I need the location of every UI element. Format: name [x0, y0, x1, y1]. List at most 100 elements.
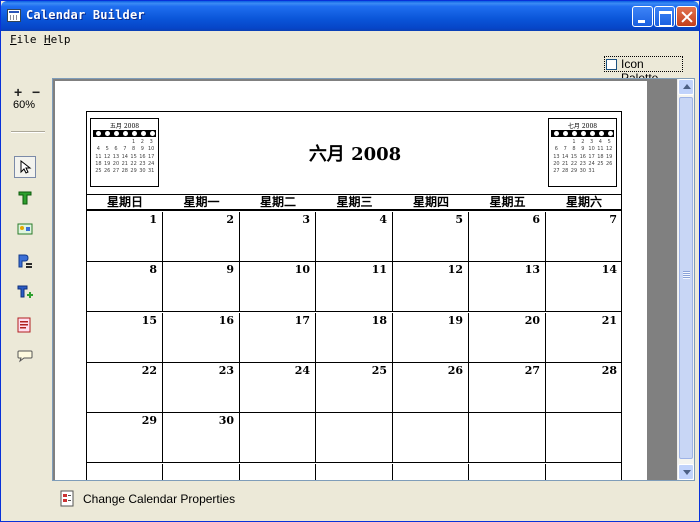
day-cell[interactable]: 3: [240, 212, 316, 262]
day-cell[interactable]: 8: [87, 262, 163, 312]
day-cell[interactable]: 14: [546, 262, 622, 312]
day-cell[interactable]: 19: [393, 313, 469, 363]
change-calendar-properties-link[interactable]: Change Calendar Properties: [83, 492, 235, 506]
icon-palette-checkbox[interactable]: Icon Palette: [604, 56, 683, 85]
image-tool-button[interactable]: [14, 219, 36, 241]
day-cell[interactable]: 25: [316, 363, 393, 413]
day-cell[interactable]: 30: [163, 413, 240, 463]
add-text-tool-button[interactable]: [14, 282, 36, 304]
comment-tool-button[interactable]: [14, 346, 36, 368]
day-number: 15: [141, 314, 157, 327]
mini-day: 1: [572, 139, 576, 145]
mini-weekday-bar: [93, 130, 156, 137]
day-cell[interactable]: 28: [546, 363, 622, 413]
menu-file[interactable]: File: [10, 33, 37, 46]
day-cell[interactable]: 23: [163, 363, 240, 413]
calendar-frame[interactable]: 五月 2008 1 2 34 5 6 7 8 9 1011 12 13 14 15 16 1718 19 20 2…: [86, 111, 623, 480]
calendar-title[interactable]: 六月 2008: [87, 140, 623, 166]
day-cell[interactable]: 13: [469, 262, 546, 312]
weekday-header: 星期三: [336, 195, 373, 209]
scroll-up-icon[interactable]: [678, 79, 694, 95]
day-cell[interactable]: [163, 464, 240, 480]
mini-day: 15: [570, 153, 578, 160]
calendar-page[interactable]: 五月 2008 1 2 34 5 6 7 8 9 1011 12 13 14 15 16 1718 19 20 2…: [55, 81, 647, 480]
data-field-icon: [18, 254, 32, 268]
mini-day: 5: [607, 139, 611, 145]
day-cell[interactable]: 10: [240, 262, 316, 312]
menu-help[interactable]: Help: [44, 33, 71, 46]
title-bar[interactable]: Calendar Builder: [1, 1, 699, 31]
day-cell[interactable]: [469, 413, 546, 463]
menu-file-label: ile: [16, 33, 37, 46]
day-cell[interactable]: 9: [163, 262, 240, 312]
day-number: 13: [524, 263, 540, 276]
field-tool-button[interactable]: [14, 250, 36, 272]
day-cell[interactable]: 1: [87, 212, 163, 262]
text-tool-button[interactable]: [14, 187, 36, 209]
mini-day: 16: [579, 153, 586, 160]
day-cell[interactable]: 24: [240, 363, 316, 413]
mini-day: 26: [605, 160, 613, 167]
close-button[interactable]: [676, 6, 697, 27]
menu-help-mnemonic: H: [44, 33, 51, 46]
day-cell[interactable]: 22: [87, 363, 163, 413]
prev-mini-title: 五月 2008: [109, 123, 140, 130]
zoom-out-icon[interactable]: −: [32, 84, 40, 100]
select-tool-button[interactable]: [14, 156, 36, 178]
add-text-icon: [17, 285, 33, 298]
mini-day: 22: [570, 160, 578, 167]
calendar-app-icon[interactable]: [7, 9, 21, 22]
day-cell[interactable]: 7: [546, 212, 622, 262]
day-cell[interactable]: 5: [393, 212, 469, 262]
mini-day: 18: [597, 153, 604, 160]
day-cell[interactable]: 6: [469, 212, 546, 262]
day-cell[interactable]: [546, 413, 622, 463]
day-cell[interactable]: 27: [469, 363, 546, 413]
day-cell[interactable]: [393, 464, 469, 480]
minimize-button[interactable]: [632, 6, 653, 27]
day-number: 30: [218, 414, 234, 427]
day-number: 4: [379, 213, 387, 226]
day-cell[interactable]: [393, 413, 469, 463]
day-cell[interactable]: 18: [316, 313, 393, 363]
checkbox-icon[interactable]: [606, 59, 617, 70]
day-cell[interactable]: 26: [393, 363, 469, 413]
weekday-header: 星期五: [489, 195, 526, 209]
vertical-scrollbar[interactable]: [677, 79, 694, 480]
mini-day: 30: [579, 168, 586, 175]
day-cell[interactable]: 21: [546, 313, 622, 363]
scroll-thumb[interactable]: [679, 97, 693, 459]
mini-day: 14: [562, 153, 569, 160]
scroll-down-icon[interactable]: [678, 464, 694, 480]
app-window: Calendar Builder File Help Icon Palette …: [0, 0, 700, 522]
day-cell[interactable]: [316, 413, 393, 463]
day-cell[interactable]: 11: [316, 262, 393, 312]
day-cell[interactable]: 2: [163, 212, 240, 262]
zoom-in-icon[interactable]: +: [14, 84, 22, 100]
day-cell[interactable]: [469, 464, 546, 480]
next-month-mini-calendar[interactable]: 七月 2008 1 2 3 4 56 7 8 9 10 11 1213 14 15 16 17 18 1920 2…: [548, 118, 617, 187]
day-cell[interactable]: [240, 464, 316, 480]
day-number: 14: [601, 263, 617, 276]
calendar-properties-icon[interactable]: [60, 490, 76, 508]
note-tool-button[interactable]: [14, 314, 36, 336]
canvas-area[interactable]: 五月 2008 1 2 34 5 6 7 8 9 1011 12 13 14 15 16 1718 19 20 2…: [52, 78, 695, 481]
maximize-button[interactable]: [654, 6, 675, 27]
day-cell[interactable]: 4: [316, 212, 393, 262]
day-cell[interactable]: [316, 464, 393, 480]
day-cell[interactable]: 20: [469, 313, 546, 363]
mini-weekday-bar: [551, 130, 614, 137]
day-cell[interactable]: [87, 464, 163, 480]
day-cell[interactable]: [546, 464, 622, 480]
weekday-header-row: 星期日 星期一 星期二 星期三 星期四 星期五 星期六: [87, 194, 621, 211]
day-cell[interactable]: 17: [240, 313, 316, 363]
day-cell[interactable]: [240, 413, 316, 463]
day-cell[interactable]: 16: [163, 313, 240, 363]
day-cell[interactable]: 29: [87, 413, 163, 463]
mini-day: 7: [563, 146, 567, 153]
day-cell[interactable]: 12: [393, 262, 469, 312]
mini-day: 12: [605, 146, 613, 153]
day-number: 2: [226, 213, 234, 226]
day-cell[interactable]: 15: [87, 313, 163, 363]
day-number: 19: [447, 314, 463, 327]
